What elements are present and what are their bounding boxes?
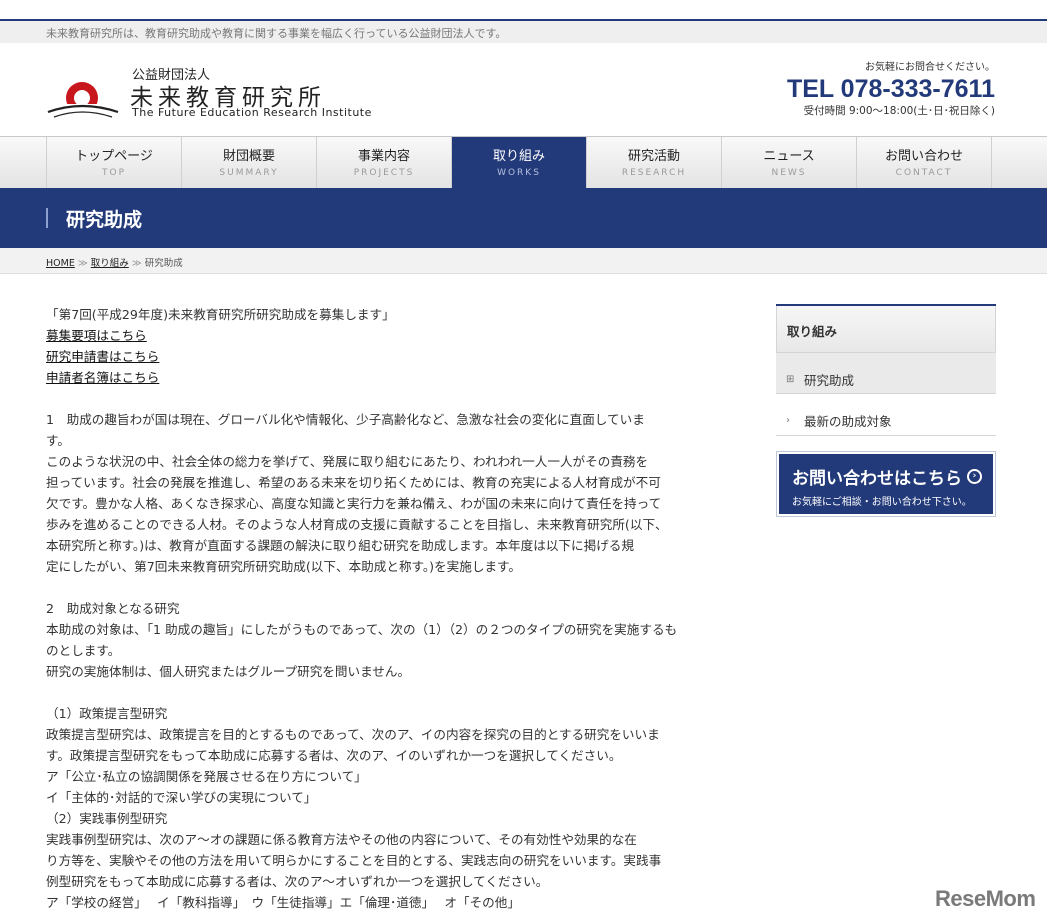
contact-note: お気軽にお問合せください。	[865, 62, 995, 73]
nav-sublabel: TOP	[101, 168, 126, 178]
paragraph-line: 研究の実施体制は、個人研究またはグループ研究を問いません。	[46, 664, 411, 679]
breadcrumb-current: 研究助成	[144, 258, 183, 269]
breadcrumb: HOME ≫ 取り組み ≫ 研究助成	[46, 255, 183, 269]
global-nav-bar: トップページ TOP 財団概要 SUMMARY 事業内容 PROJECTS 取り…	[0, 136, 1047, 188]
paragraph-line: 定にしたがい、第7回未来教育研究所研究助成(以下、本助成と称す。)を実施します。	[46, 559, 521, 574]
nav-item-research[interactable]: 研究活動 RESEARCH	[587, 137, 722, 188]
square-plus-icon: ⊞	[786, 373, 795, 385]
contact-cta-title: お問い合わせはこちら ›	[792, 464, 993, 489]
nav-label: 財団概要	[222, 149, 275, 164]
paragraph-line: このような状況の中、社会全体の総力を挙げて、発展に取り組むにあたり、われわれ一人…	[46, 454, 649, 469]
guidelines-link[interactable]: 募集要項はこちら	[46, 328, 147, 343]
global-nav: トップページ TOP 財団概要 SUMMARY 事業内容 PROJECTS 取り…	[46, 137, 992, 188]
paragraph-line: 歩みを進めることのできる人材。そのような人材育成の支援に貢献することを目指し、未…	[46, 517, 668, 532]
contact-cta-inner: お問い合わせはこちら › お気軽にご相談・お問い合わせ下さい。	[779, 454, 993, 514]
paragraph-line: 担っています。社会の発展を推進し、希望のある未来を切り拓くためには、教育の充実に…	[46, 475, 661, 490]
application-form-link[interactable]: 研究申請書はこちら	[46, 349, 159, 364]
nav-sublabel: RESEARCH	[621, 168, 687, 178]
contact-cta-subtitle: お気軽にご相談・お問い合わせ下さい。	[792, 497, 972, 508]
nav-item-summary[interactable]: 財団概要 SUMMARY	[182, 137, 317, 188]
paragraph-line: 実践事例型研究は、次のア～オの課題に係る教育方法やその他の内容について、その有効…	[46, 832, 637, 847]
contact-phone[interactable]: TEL 078-333-7611	[787, 75, 995, 103]
paragraph-line: す。政策提言型研究をもって本助成に応募する者は、次のア、イのいずれか一つを選択し…	[46, 748, 622, 763]
paragraph-line: 2 助成対象となる研究	[46, 601, 180, 616]
paragraph-line: ア「公立･私立の協調関係を発展させる在り方について」	[46, 769, 367, 784]
nav-sublabel: WORKS	[497, 168, 541, 178]
nav-sublabel: CONTACT	[895, 168, 953, 178]
nav-item-projects[interactable]: 事業内容 PROJECTS	[317, 137, 452, 188]
site-tagline: 未来教育研究所は、教育研究助成や教育に関する事業を幅広く行っている公益財団法人で…	[46, 27, 507, 40]
sidebar-item-latest-recipients[interactable]: › 最新の助成対象	[776, 394, 996, 436]
breadcrumb-home-link[interactable]: HOME	[46, 258, 75, 269]
nav-label: 取り組み	[492, 149, 545, 164]
paragraph-line: のとします。	[46, 643, 121, 658]
breadcrumb-separator: ≫	[77, 258, 88, 269]
paragraph-line: イ「主体的･対話的で深い学びの実現について」	[46, 790, 317, 805]
paragraph-line: 本助成の対象は、「1 助成の趣旨」にしたがうものであって、次の（1）（2）の２つ…	[46, 622, 678, 637]
contact-hours: 受付時間 9:00～18:00(土･日･祝日除く)	[803, 105, 995, 117]
paragraph-line: 本研究所と称す。)は、教育が直面する課題の解決に取り組む研究を助成します。本年度…	[46, 538, 634, 553]
paragraph-line: す。	[46, 433, 70, 448]
nav-item-top[interactable]: トップページ TOP	[47, 137, 182, 188]
announcement-text: 「第7回(平成29年度)未来教育研究所研究助成を募集します」	[46, 307, 395, 322]
page-title-band: 研究助成	[0, 188, 1047, 248]
paragraph-line: 例型研究をもって本助成に応募する者は、次のア～オいずれか一つを選択してください。	[46, 874, 549, 889]
paragraph-line: 政策提言型研究は、政策提言を目的とするものであって、次のア、イの内容を探究の目的…	[46, 727, 660, 742]
contact-cta-label: お問い合わせはこちら	[792, 469, 962, 489]
sidebar-item-label: 研究助成	[804, 372, 855, 388]
breadcrumb-separator: ≫	[131, 258, 142, 269]
sidebar-item-research-grant[interactable]: ⊞ 研究助成	[776, 352, 996, 394]
paragraph-line: （1）政策提言型研究	[46, 706, 168, 721]
paragraph-line: 1 助成の趣旨わが国は現在、グローバル化や情報化、少子高齢化など、急激な社会の変…	[46, 412, 645, 427]
nav-label: 事業内容	[357, 149, 410, 164]
circle-arrow-icon: ›	[967, 469, 982, 484]
nav-item-news[interactable]: ニュース NEWS	[722, 137, 857, 188]
sidebar-heading: 取り組み	[776, 306, 996, 352]
sidebar-item-label: 最新の助成対象	[804, 414, 892, 429]
sidebar-menu: 取り組み ⊞ 研究助成 › 最新の助成対象	[776, 304, 996, 436]
title-accent-line	[46, 208, 48, 228]
header-contact: お気軽にお問合せください。 TEL 078-333-7611 受付時間 9:00…	[787, 58, 995, 118]
main-content: 「第7回(平成29年度)未来教育研究所研究助成を募集します」 募集要項はこちら …	[46, 304, 686, 913]
nav-item-works[interactable]: 取り組み WORKS	[452, 137, 587, 188]
sunrise-logo-icon	[46, 82, 120, 120]
tagline-bar: 未来教育研究所は、教育研究助成や教育に関する事業を幅広く行っている公益財団法人で…	[0, 21, 1047, 43]
paragraph-line: （2）実践事例型研究	[46, 811, 168, 826]
paragraph-line: り方等を、実験やその他の方法を用いて明らかにすることを目的とする、実践志向の研究…	[46, 853, 662, 868]
breadcrumb-bar: HOME ≫ 取り組み ≫ 研究助成	[0, 248, 1047, 274]
paragraph-line: ア「学校の経営」 イ「教科指導」 ウ「生徒指導」エ「倫理･道徳」 オ「その他」	[46, 895, 520, 910]
contact-cta-banner[interactable]: お問い合わせはこちら › お気軽にご相談・お問い合わせ下さい。	[776, 451, 996, 517]
nav-label: お問い合わせ	[884, 149, 963, 164]
nav-sublabel: SUMMARY	[219, 168, 279, 178]
breadcrumb-parent-link[interactable]: 取り組み	[91, 258, 129, 269]
paragraph-line: 欠です。豊かな人格、あくなき探求心、高度な知識と実行力を兼ね備え、わが国の未来に…	[46, 496, 662, 511]
nav-label: 研究活動	[627, 149, 680, 164]
nav-label: ニュース	[763, 149, 815, 164]
logo-english-name: The Future Education Research Institute	[132, 106, 372, 119]
resemom-watermark: ReseMom	[935, 886, 1036, 911]
applicant-list-link[interactable]: 申請者名簿はこちら	[46, 370, 159, 385]
nav-sublabel: NEWS	[771, 168, 807, 178]
site-logo[interactable]: 公益財団法人 未来教育研究所 The Future Education Rese…	[46, 62, 426, 122]
page-title: 研究助成	[66, 209, 143, 231]
chevron-right-icon: ›	[786, 415, 790, 426]
nav-sublabel: PROJECTS	[353, 168, 415, 178]
nav-label: トップページ	[75, 149, 153, 164]
nav-item-contact[interactable]: お問い合わせ CONTACT	[857, 137, 992, 188]
